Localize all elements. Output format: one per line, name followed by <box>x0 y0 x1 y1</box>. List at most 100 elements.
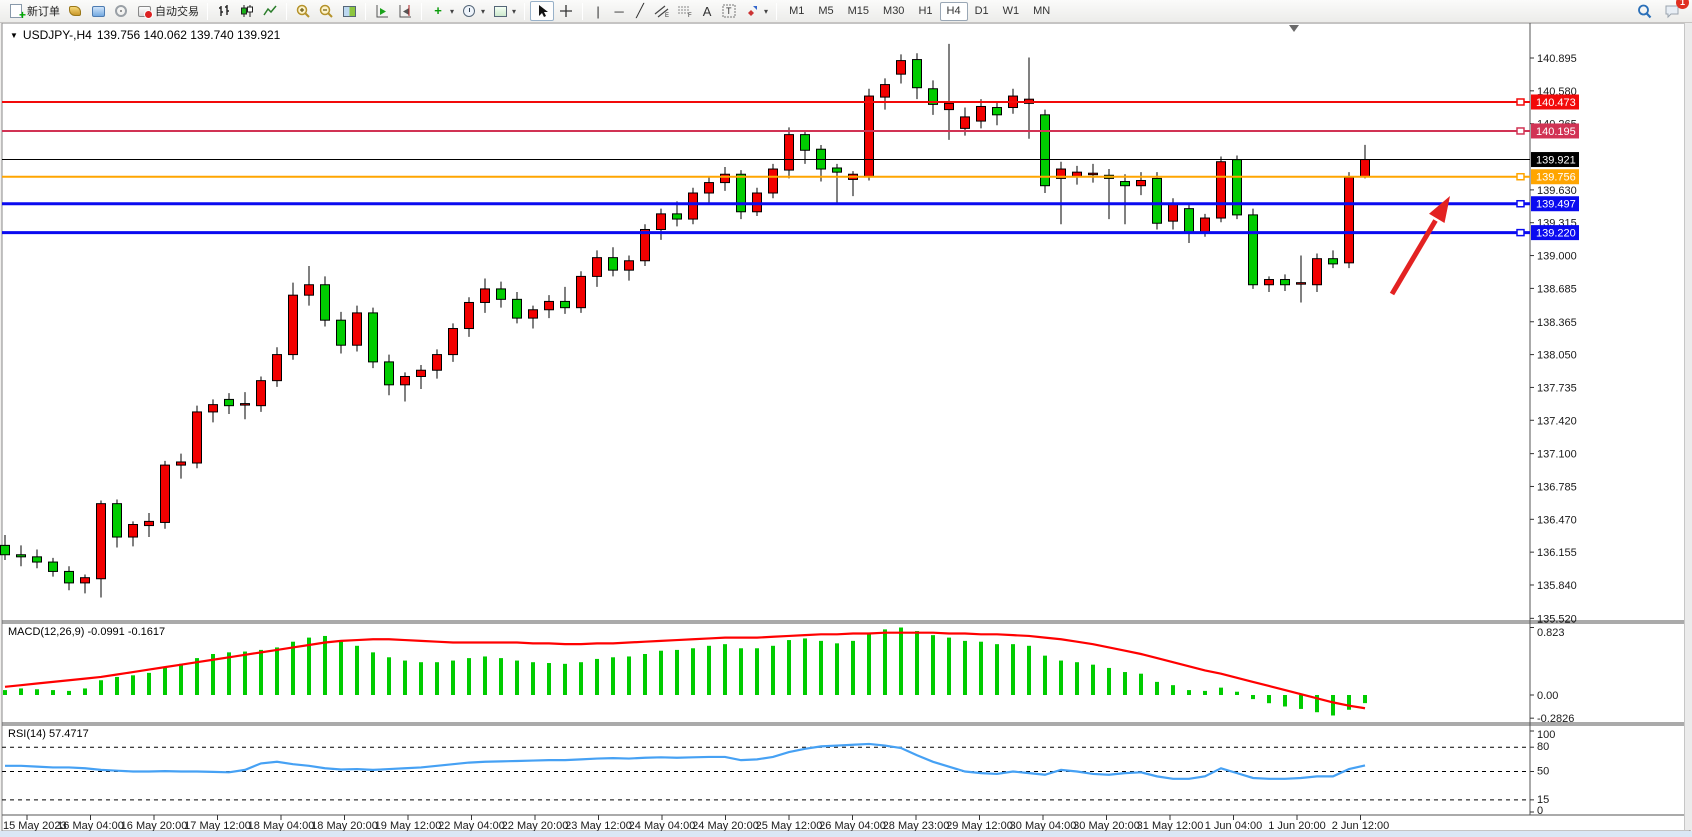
candle <box>321 285 330 320</box>
macd-indicator-label: MACD(12,26,9) -0.0991 -0.1617 <box>8 626 165 638</box>
horizontal-line-tool-button[interactable]: ─ <box>609 1 629 21</box>
timeframe-group: M1M5M15M30H1H4D1W1MN <box>782 2 1057 21</box>
zoom-in-button[interactable] <box>292 1 314 21</box>
candle <box>881 85 890 98</box>
svg-text:136.785: 136.785 <box>1537 481 1577 493</box>
collapse-triangle-icon[interactable]: ▼ <box>10 31 18 40</box>
timeframe-m30-button[interactable]: M30 <box>876 2 911 21</box>
chart-ohlc-values: 139.756 140.062 139.740 139.921 <box>97 28 281 42</box>
toolbar-separator <box>365 3 366 20</box>
candle <box>481 289 490 303</box>
sound-button[interactable] <box>110 1 132 21</box>
candle <box>721 174 730 182</box>
auto-scroll-button[interactable] <box>371 1 393 21</box>
candle <box>65 571 74 582</box>
svg-text:139.497: 139.497 <box>1536 199 1576 211</box>
megaphone-icon <box>67 3 83 19</box>
candle <box>737 174 746 212</box>
new-order-button[interactable]: 新订单 <box>5 1 63 21</box>
cursor-tool-button[interactable] <box>530 1 554 21</box>
timeframe-m5-button[interactable]: M5 <box>811 2 840 21</box>
toolbar-separator <box>286 3 287 20</box>
candle <box>625 261 634 270</box>
notifications-button[interactable]: 1 <box>1661 1 1683 21</box>
zoom-in-icon <box>295 3 311 19</box>
templates-button[interactable]: ▾ <box>489 1 519 21</box>
candle <box>1249 215 1258 285</box>
search-button[interactable] <box>1633 1 1655 21</box>
chart-canvas[interactable]: 140.895140.580140.265139.630139.315139.0… <box>0 0 1692 837</box>
crosshair-tool-button[interactable] <box>555 1 577 21</box>
timeframe-m1-button[interactable]: M1 <box>782 2 811 21</box>
toolbar-separator <box>207 3 208 20</box>
trendline-tool-button[interactable]: ╱ <box>630 1 650 21</box>
line-chart-mode-button[interactable] <box>259 1 281 21</box>
candle <box>1297 283 1306 285</box>
auto-trading-label: 自动交易 <box>155 3 199 19</box>
alerts-button[interactable] <box>64 1 86 21</box>
timeframe-h4-button[interactable]: H4 <box>940 2 968 21</box>
chart-shift-button[interactable] <box>394 1 416 21</box>
svg-text:140.473: 140.473 <box>1536 97 1576 109</box>
candle <box>641 229 650 260</box>
chevron-down-icon: ▾ <box>450 7 454 16</box>
periods-button[interactable]: ▾ <box>458 1 488 21</box>
candle <box>161 465 170 522</box>
candle <box>385 362 394 385</box>
timeframe-d1-button[interactable]: D1 <box>968 2 996 21</box>
price-badge: 140.473 <box>1531 94 1579 109</box>
text-label-tool-button[interactable]: T <box>718 1 740 21</box>
terminal-button[interactable] <box>87 1 109 21</box>
svg-text:140.895: 140.895 <box>1537 53 1577 65</box>
channel-tool-button[interactable]: E <box>651 1 673 21</box>
rsi-indicator-label: RSI(14) 57.4717 <box>8 728 89 740</box>
svg-text:136.470: 136.470 <box>1537 514 1577 526</box>
svg-text:137.100: 137.100 <box>1537 449 1577 461</box>
fibonacci-tool-button[interactable]: F <box>674 1 696 21</box>
candle <box>689 193 698 219</box>
bar-chart-mode-button[interactable] <box>213 1 235 21</box>
tile-windows-button[interactable] <box>338 1 360 21</box>
indicators-button[interactable]: + ▾ <box>427 1 457 21</box>
candle <box>673 214 682 219</box>
vertical-line-icon: | <box>596 4 599 19</box>
search-icon <box>1636 3 1652 19</box>
candlestick-mode-button[interactable] <box>236 1 258 21</box>
candle <box>401 376 410 384</box>
equidistant-channel-icon: E <box>654 3 670 19</box>
candle <box>1233 160 1242 215</box>
candle <box>1153 178 1162 223</box>
price-badge: 139.756 <box>1531 169 1579 184</box>
candle <box>657 214 666 230</box>
window-scrollbar[interactable] <box>1684 23 1692 830</box>
svg-text:0.823: 0.823 <box>1537 627 1565 639</box>
arrows-tool-button[interactable]: ▾ <box>741 1 771 21</box>
svg-text:T: T <box>726 6 732 16</box>
candle <box>1345 177 1354 262</box>
candle <box>1265 280 1274 285</box>
svg-text:E: E <box>665 13 669 18</box>
candle <box>465 302 474 328</box>
auto-trading-button[interactable]: 自动交易 <box>133 1 202 21</box>
svg-text:139.756: 139.756 <box>1536 172 1576 184</box>
candle <box>337 320 346 345</box>
new-order-icon <box>8 3 24 19</box>
rsi-name: RSI(14) <box>8 728 46 740</box>
timeframe-mn-button[interactable]: MN <box>1026 2 1057 21</box>
candle <box>1361 160 1370 177</box>
candle <box>769 169 778 193</box>
timeframe-m15-button[interactable]: M15 <box>841 2 876 21</box>
chevron-down-icon: ▾ <box>764 7 768 16</box>
mt4-window: 新订单 自动交易 <box>0 0 1692 837</box>
zoom-out-button[interactable] <box>315 1 337 21</box>
svg-text:138.050: 138.050 <box>1537 350 1577 362</box>
text-tool-button[interactable]: A <box>697 1 717 21</box>
toolbar-separator <box>582 3 583 20</box>
macd-values: -0.0991 -0.1617 <box>87 626 165 638</box>
timeframe-h1-button[interactable]: H1 <box>911 2 939 21</box>
candle <box>305 285 314 295</box>
crosshair-icon <box>558 3 574 19</box>
vertical-line-tool-button[interactable]: | <box>588 1 608 21</box>
timeframe-w1-button[interactable]: W1 <box>996 2 1027 21</box>
template-icon <box>492 3 508 19</box>
